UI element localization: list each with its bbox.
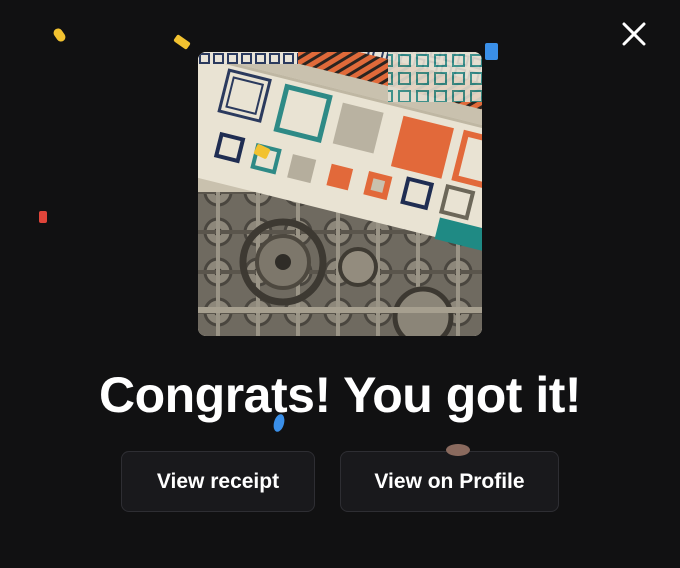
- confetti-piece: [39, 211, 47, 223]
- success-headline: Congrats! You got it!: [98, 367, 582, 423]
- action-buttons: View receipt View on Profile: [0, 451, 680, 514]
- confetti-piece: [173, 34, 191, 50]
- view-on-profile-label: View on Profile: [374, 469, 525, 493]
- view-on-profile-button[interactable]: View on Profile: [340, 451, 559, 512]
- confetti-piece: [446, 444, 470, 456]
- purchase-success-dialog: Congrats! You got it! View receipt View …: [0, 0, 680, 568]
- nft-artwork-image: [198, 52, 482, 336]
- view-receipt-label: View receipt: [156, 469, 280, 493]
- close-icon: [622, 22, 646, 46]
- confetti-piece: [51, 26, 68, 44]
- view-receipt-button[interactable]: View receipt: [121, 451, 315, 512]
- confetti-piece: [485, 43, 498, 60]
- close-button[interactable]: [612, 12, 656, 56]
